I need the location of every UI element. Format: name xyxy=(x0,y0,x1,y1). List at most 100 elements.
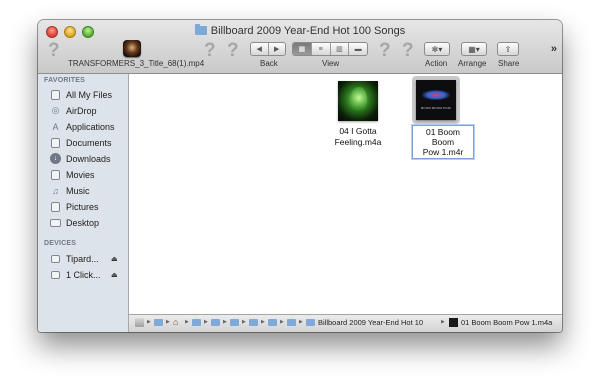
album-art-icon[interactable]: BOOM BOOM POW xyxy=(416,80,456,120)
folder-icon[interactable] xyxy=(154,319,163,326)
sidebar-item-label: Tipard... xyxy=(66,253,99,264)
sidebar-item-label: Applications xyxy=(66,121,115,132)
arrange-grid-icon: ▦▾ xyxy=(468,44,480,54)
unknown-item-icon[interactable]: ? xyxy=(379,40,391,62)
folder-icon[interactable] xyxy=(268,319,277,326)
path-bar: ▶ ▶ ⌂ ▶ ▶ ▶ ▶ ▶ ▶ ▶ Billboard 2009 Year-… xyxy=(129,314,562,332)
documents-icon xyxy=(51,137,60,148)
forward-arrow-icon: ▶ xyxy=(274,46,280,53)
desktop-icon xyxy=(50,218,61,227)
path-arrow-icon: ▶ xyxy=(280,319,284,325)
file-browser-area[interactable]: 04 I Gotta Feeling.m4a BOOM BOOM POW 01 … xyxy=(129,74,562,314)
view-mode-icon-button[interactable]: ▦ xyxy=(293,43,312,55)
folder-icon[interactable] xyxy=(287,319,296,326)
sidebar-item-applications[interactable]: A Applications xyxy=(50,119,115,134)
path-arrow-icon: ▶ xyxy=(147,319,151,325)
applications-icon: A xyxy=(52,121,59,132)
devices-heading: DEVICES xyxy=(44,240,77,247)
toolbar-file-shortcut-label[interactable]: TRANSFORMERS_3_Title_68(1).mp4 xyxy=(68,59,204,68)
toolbar: Billboard 2009 Year-End Hot 100 Songs ? … xyxy=(38,20,562,74)
share-button[interactable]: ⇪ xyxy=(497,42,519,56)
airdrop-icon: ◎ xyxy=(51,105,60,115)
sidebar-item-label: Movies xyxy=(66,169,95,180)
sidebar-item-airdrop[interactable]: ◎ AirDrop xyxy=(50,103,97,118)
sidebar-item-label: Downloads xyxy=(66,153,111,164)
back-arrow-icon: ◀ xyxy=(256,46,262,53)
path-arrow-icon: ▶ xyxy=(204,319,208,325)
sidebar-item-device-tipard[interactable]: Tipard... xyxy=(50,251,99,266)
forward-button[interactable]: ▶ xyxy=(269,43,286,55)
pictures-icon xyxy=(51,201,60,212)
view-mode-control: ▦ ≡ ▥ ▬ xyxy=(292,42,368,56)
unknown-item-icon[interactable]: ? xyxy=(402,40,414,62)
window-title: Billboard 2009 Year-End Hot 100 Songs xyxy=(38,24,562,37)
sidebar-item-label: AirDrop xyxy=(66,105,97,116)
sidebar-item-movies[interactable]: Movies xyxy=(50,167,95,182)
file-name-line: Feeling.m4a xyxy=(334,137,382,147)
file-name-line: Pow 1.m4r xyxy=(422,147,464,157)
folder-icon[interactable] xyxy=(306,319,315,326)
window-title-text: Billboard 2009 Year-End Hot 100 Songs xyxy=(210,25,406,37)
path-arrow-icon: ▶ xyxy=(441,319,445,325)
file-name-line: 04 I Gotta xyxy=(339,126,377,136)
favorites-heading: FAVORITES xyxy=(44,77,85,84)
folder-icon[interactable] xyxy=(249,319,258,326)
album-art-icon[interactable] xyxy=(449,318,458,327)
video-file-icon[interactable] xyxy=(123,40,141,57)
file-label[interactable]: 04 I Gotta Feeling.m4a xyxy=(325,126,391,148)
sidebar-item-label: All My Files xyxy=(66,89,113,100)
back-button[interactable]: ◀ xyxy=(251,43,269,55)
path-arrow-icon: ▶ xyxy=(299,319,303,325)
sidebar-item-label: Pictures xyxy=(66,201,99,212)
hard-drive-icon[interactable] xyxy=(135,318,144,327)
sidebar-item-label: Desktop xyxy=(66,217,100,228)
sidebar-item-downloads[interactable]: ↓ Downloads xyxy=(50,151,111,166)
sidebar-item-label: 1 Click... xyxy=(66,269,101,280)
all-files-icon xyxy=(51,89,60,100)
gear-icon: ✻▾ xyxy=(431,44,443,54)
arrange-button[interactable]: ▦▾ xyxy=(461,42,487,56)
rename-field[interactable]: 01 Boom Boom Pow 1.m4r xyxy=(412,125,474,159)
folder-icon[interactable] xyxy=(192,319,201,326)
unknown-item-icon[interactable]: ? xyxy=(48,40,60,62)
sidebar-item-label: Documents xyxy=(66,137,112,148)
finder-window: Billboard 2009 Year-End Hot 100 Songs ? … xyxy=(38,20,562,332)
unknown-item-icon[interactable]: ? xyxy=(204,40,216,62)
sidebar-item-all-my-files[interactable]: All My Files xyxy=(50,87,112,102)
eject-icon[interactable]: ⏏ xyxy=(111,255,118,263)
music-icon: ♫ xyxy=(52,185,59,196)
path-arrow-icon: ▶ xyxy=(185,319,189,325)
path-arrow-icon: ▶ xyxy=(242,319,246,325)
sidebar-item-documents[interactable]: Documents xyxy=(50,135,112,150)
path-arrow-icon: ▶ xyxy=(261,319,265,325)
arrange-label: Arrange xyxy=(458,59,487,68)
folder-icon[interactable] xyxy=(211,319,220,326)
sidebar-item-pictures[interactable]: Pictures xyxy=(50,199,99,214)
back-forward-control: ◀ ▶ xyxy=(250,42,286,56)
sidebar-item-device-1click[interactable]: 1 Click... xyxy=(50,267,101,282)
share-icon: ⇪ xyxy=(504,44,512,54)
path-arrow-icon: ▶ xyxy=(166,319,170,325)
home-icon[interactable]: ⌂ xyxy=(173,317,178,327)
sidebar: FAVORITES All My Files ◎ AirDrop A Appli… xyxy=(38,74,129,332)
file-name-line: 01 Boom Boom xyxy=(425,127,461,147)
view-mode-column-button[interactable]: ▥ xyxy=(331,43,350,55)
sidebar-item-desktop[interactable]: Desktop xyxy=(50,215,99,230)
album-art-icon[interactable] xyxy=(338,81,378,121)
view-label: View xyxy=(322,59,340,68)
sidebar-item-music[interactable]: ♫ Music xyxy=(50,183,89,198)
path-arrow-icon: ▶ xyxy=(223,319,227,325)
path-file-label[interactable]: 01 Boom Boom Pow 1.m4a xyxy=(461,318,552,327)
toolbar-overflow-button[interactable]: » xyxy=(551,43,557,55)
action-button[interactable]: ✻▾ xyxy=(424,42,450,56)
downloads-icon: ↓ xyxy=(50,153,61,164)
column-view-icon: ▥ xyxy=(336,46,343,53)
eject-icon[interactable]: ⏏ xyxy=(111,271,118,279)
view-mode-list-button[interactable]: ≡ xyxy=(312,43,331,55)
folder-icon[interactable] xyxy=(230,319,239,326)
view-mode-coverflow-button[interactable]: ▬ xyxy=(349,43,367,55)
unknown-item-icon[interactable]: ? xyxy=(227,40,239,62)
list-view-icon: ≡ xyxy=(318,45,323,53)
path-folder-label[interactable]: Billboard 2009 Year-End Hot 10 xyxy=(318,318,423,327)
drive-icon xyxy=(51,270,60,279)
